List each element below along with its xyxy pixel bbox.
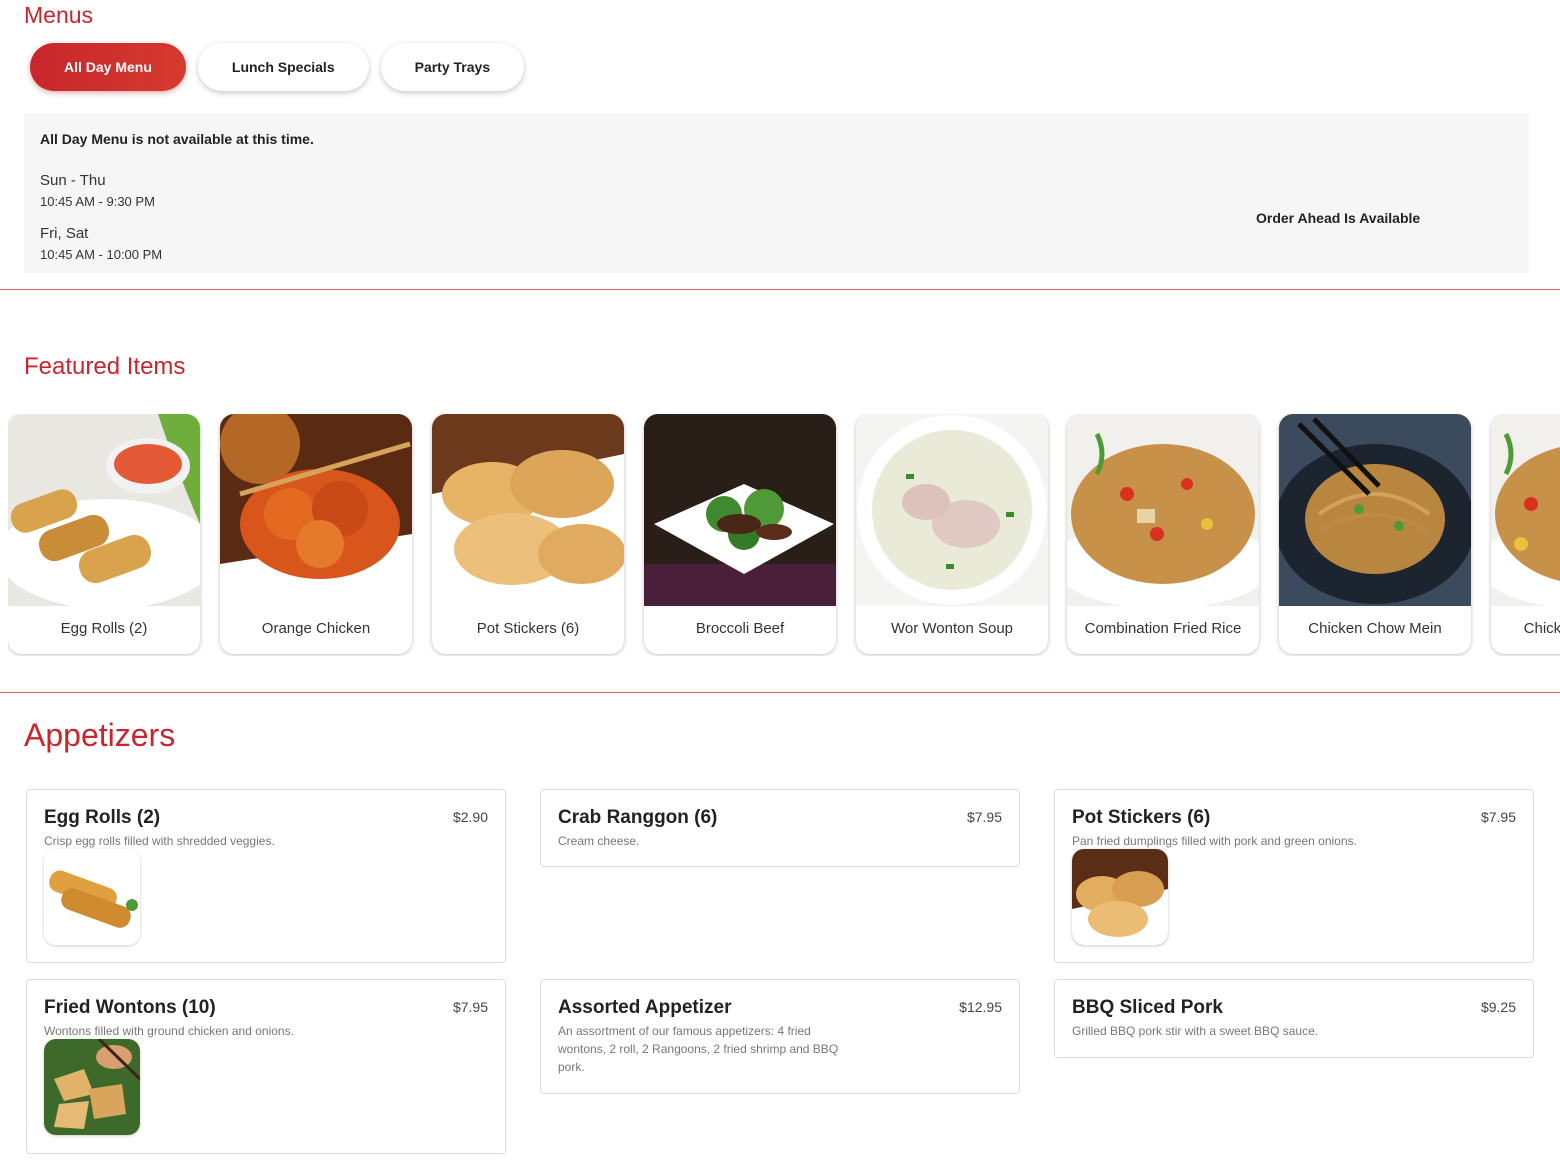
featured-card-broccoli-beef[interactable]: Broccoli Beef xyxy=(644,414,836,654)
hours-panel: All Day Menu is not available at this ti… xyxy=(24,113,1529,273)
hours-days: Sun - Thu xyxy=(40,172,106,189)
menu-item-pot-stickers[interactable]: Pot Stickers (6) $7.95 Pan fried dumplin… xyxy=(1054,789,1534,963)
item-price: $9.25 xyxy=(1480,999,1516,1015)
tab-lunch-specials[interactable]: Lunch Specials xyxy=(197,43,369,91)
section-divider xyxy=(0,289,1560,290)
featured-card-chicken-fried-rice[interactable]: Chicken Fried Rice xyxy=(1491,414,1560,654)
menu-tabs: All Day Menu Lunch Specials Party Trays xyxy=(30,43,525,91)
item-description: Pan fried dumplings filled with pork and… xyxy=(1072,834,1357,848)
item-name: Crab Ranggon (6) xyxy=(558,807,718,828)
featured-name: Chicken Chow Mein xyxy=(1308,620,1442,637)
item-description: Crisp egg rolls filled with shredded veg… xyxy=(44,834,275,848)
item-thumbnail xyxy=(1072,849,1168,945)
item-name: Fried Wontons (10) xyxy=(44,997,216,1018)
featured-card-orange-chicken[interactable]: Orange Chicken xyxy=(220,414,412,654)
menu-item-egg-rolls[interactable]: Egg Rolls (2) $2.90 Crisp egg rolls fill… xyxy=(26,789,506,963)
menu-item-assorted-appetizer[interactable]: Assorted Appetizer $12.95 An assortment … xyxy=(540,979,1020,1094)
item-name: BBQ Sliced Pork xyxy=(1072,997,1223,1018)
featured-image xyxy=(856,414,1048,606)
featured-card-pot-stickers[interactable]: Pot Stickers (6) xyxy=(432,414,624,654)
item-price: $2.90 xyxy=(452,809,488,825)
section-divider xyxy=(0,692,1560,693)
item-price: $7.95 xyxy=(452,999,488,1015)
featured-card-egg-rolls[interactable]: Egg Rolls (2) xyxy=(8,414,200,654)
featured-image xyxy=(1491,414,1560,606)
menu-item-crab-ranggon[interactable]: Crab Ranggon (6) $7.95 Cream cheese. xyxy=(540,789,1020,867)
item-thumbnail xyxy=(44,1039,140,1135)
item-price: $7.95 xyxy=(966,809,1002,825)
featured-name: Orange Chicken xyxy=(261,620,371,637)
item-description: Wontons filled with ground chicken and o… xyxy=(44,1024,294,1038)
tab-party-trays[interactable]: Party Trays xyxy=(380,43,525,91)
hours-days: Fri, Sat xyxy=(40,225,89,242)
featured-name: Combination Fried Rice xyxy=(1084,620,1242,637)
hours-block-fri-sat: Fri, Sat 10:45 AM - 10:00 PM xyxy=(40,225,162,262)
featured-image xyxy=(1067,414,1259,606)
featured-title: Featured Items xyxy=(24,353,186,380)
item-price: $12.95 xyxy=(959,999,1002,1015)
item-name: Pot Stickers (6) xyxy=(1072,807,1211,828)
featured-image xyxy=(8,414,200,606)
menus-title: Menus xyxy=(24,2,94,28)
item-price: $7.95 xyxy=(1480,809,1516,825)
hours-time: 10:45 AM - 10:00 PM xyxy=(40,247,163,262)
featured-image xyxy=(644,414,836,606)
featured-image xyxy=(432,414,624,606)
order-ahead-status: Order Ahead Is Available xyxy=(1256,210,1421,226)
item-description: Cream cheese. xyxy=(558,834,640,848)
featured-card-wor-wonton-soup[interactable]: Wor Wonton Soup xyxy=(856,414,1048,654)
hours-time: 10:45 AM - 9:30 PM xyxy=(40,194,155,209)
featured-name: Wor Wonton Soup xyxy=(890,620,1013,637)
menu-item-fried-wontons[interactable]: Fried Wontons (10) $7.95 Wontons filled … xyxy=(26,979,506,1154)
item-name: Assorted Appetizer xyxy=(558,997,732,1018)
featured-image xyxy=(1279,414,1471,606)
availability-notice: All Day Menu is not available at this ti… xyxy=(40,131,314,147)
featured-carousel[interactable]: Egg Rolls (2) Orange Chicken Pot Sticker… xyxy=(8,414,1560,656)
item-thumbnail xyxy=(44,849,140,945)
featured-name: Egg Rolls (2) xyxy=(60,620,148,637)
item-description: An assortment of our famous appetizers: … xyxy=(558,1024,839,1074)
item-name: Egg Rolls (2) xyxy=(44,807,161,828)
featured-name: Pot Stickers (6) xyxy=(476,620,580,637)
menu-item-bbq-sliced-pork[interactable]: BBQ Sliced Pork $9.25 Grilled BBQ pork s… xyxy=(1054,979,1534,1058)
featured-card-chicken-chow-mein[interactable]: Chicken Chow Mein xyxy=(1279,414,1471,654)
tab-all-day-menu[interactable]: All Day Menu xyxy=(30,43,186,91)
featured-name: Chicken Fried Rice xyxy=(1523,620,1560,637)
featured-card-combination-fried-rice[interactable]: Combination Fried Rice xyxy=(1067,414,1259,654)
featured-image xyxy=(220,414,412,606)
hours-block-sun-thu: Sun - Thu 10:45 AM - 9:30 PM xyxy=(40,172,155,209)
item-description: Grilled BBQ pork stir with a sweet BBQ s… xyxy=(1072,1024,1319,1038)
appetizers-title: Appetizers xyxy=(24,717,176,753)
featured-name: Broccoli Beef xyxy=(695,620,785,637)
